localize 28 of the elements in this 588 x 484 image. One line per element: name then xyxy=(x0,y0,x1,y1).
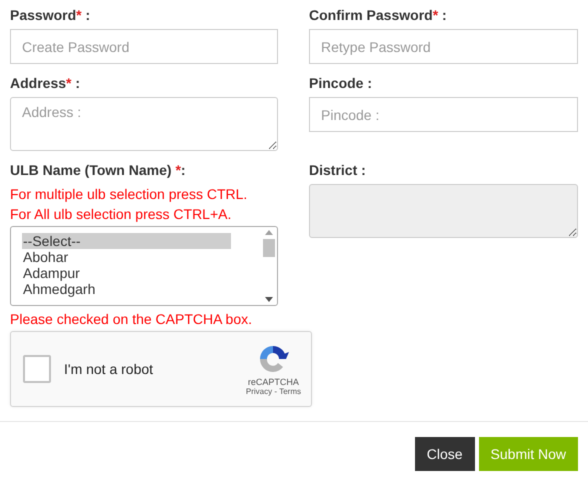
field-label: Confirm Password* : xyxy=(309,6,448,25)
field-label: District : xyxy=(309,161,367,180)
field-label: ULB Name (Town Name) *: xyxy=(10,161,187,180)
privacy-link[interactable]: Privacy xyxy=(246,386,272,396)
input-field[interactable]: Pincode : xyxy=(309,97,578,132)
list-box[interactable]: --Select-- Abohar Adampur Ahmedgarh xyxy=(10,226,278,306)
hint-text: For All ulb selection press CTRL+A. xyxy=(10,205,232,224)
list-option[interactable]: Abohar xyxy=(22,249,231,265)
terms-link[interactable]: Terms xyxy=(279,386,301,396)
text-area[interactable]: Address : xyxy=(10,97,278,151)
list-option[interactable]: Adampur xyxy=(22,265,231,281)
brand-text: reCAPTCHA xyxy=(248,376,299,386)
error-message: Please checked on the CAPTCHA box. xyxy=(9,310,254,329)
action-button[interactable]: Close xyxy=(414,437,475,471)
scroll-thumb[interactable] xyxy=(262,239,274,257)
list-option[interactable]: --Select-- xyxy=(22,233,231,249)
field-label: Password* : xyxy=(10,6,92,25)
scroll-down-icon[interactable] xyxy=(264,297,272,302)
field-label: Address* : xyxy=(10,74,82,93)
input-field[interactable]: Retype Password xyxy=(309,29,578,64)
field-label: Pincode : xyxy=(309,74,374,93)
link-separator: - xyxy=(273,386,278,396)
checkbox-label: I'm not a robot xyxy=(64,361,154,377)
checkbox[interactable] xyxy=(23,355,51,383)
input-field[interactable]: Create Password xyxy=(10,29,278,64)
hint-text: For multiple ulb selection press CTRL. xyxy=(10,185,248,204)
scroll-up-icon[interactable] xyxy=(264,230,272,235)
list-option[interactable]: Ahmedgarh xyxy=(22,281,231,297)
